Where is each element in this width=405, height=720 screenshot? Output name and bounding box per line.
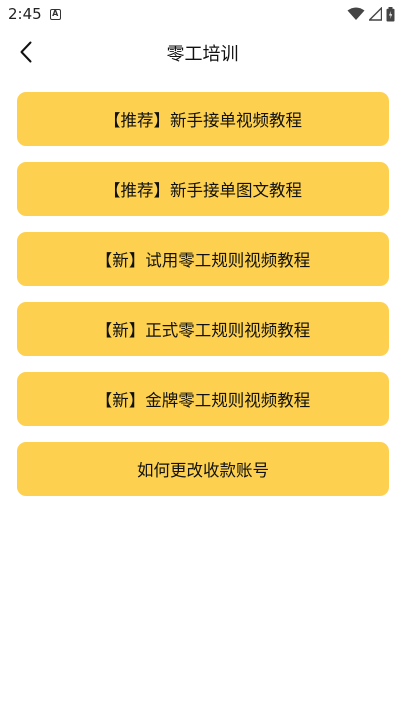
menu-item-label: 【新】试用零工规则视频教程 xyxy=(95,251,311,270)
signal-icon xyxy=(369,7,382,21)
menu-item-gold-rules-video[interactable]: 【新】金牌零工规则视频教程 xyxy=(17,372,389,426)
battery-icon xyxy=(386,6,395,21)
wifi-icon xyxy=(347,7,365,20)
status-right xyxy=(347,6,395,22)
menu-item-label: 如何更改收款账号 xyxy=(137,461,269,480)
page-title: 零工培训 xyxy=(166,44,239,65)
status-left: 2:45 A xyxy=(8,5,61,23)
status-time: 2:45 xyxy=(8,5,42,23)
nav-bar: 零工培训 xyxy=(0,28,405,76)
menu-item-change-payment-account[interactable]: 如何更改收款账号 xyxy=(17,442,389,496)
menu-list: 【推荐】新手接单视频教程 【推荐】新手接单图文教程 【新】试用零工规则视频教程 … xyxy=(17,92,389,512)
status-bar: 2:45 A xyxy=(0,0,405,28)
menu-item-newbie-video-tutorial[interactable]: 【推荐】新手接单视频教程 xyxy=(17,92,389,146)
notification-badge-icon: A xyxy=(49,8,61,20)
menu-item-label: 【新】正式零工规则视频教程 xyxy=(95,321,311,340)
menu-item-newbie-text-tutorial[interactable]: 【推荐】新手接单图文教程 xyxy=(17,162,389,216)
menu-item-formal-rules-video[interactable]: 【新】正式零工规则视频教程 xyxy=(17,302,389,356)
menu-item-trial-rules-video[interactable]: 【新】试用零工规则视频教程 xyxy=(17,232,389,286)
menu-item-label: 【推荐】新手接单图文教程 xyxy=(104,181,302,200)
menu-item-label: 【新】金牌零工规则视频教程 xyxy=(95,391,311,410)
menu-item-label: 【推荐】新手接单视频教程 xyxy=(104,111,302,130)
